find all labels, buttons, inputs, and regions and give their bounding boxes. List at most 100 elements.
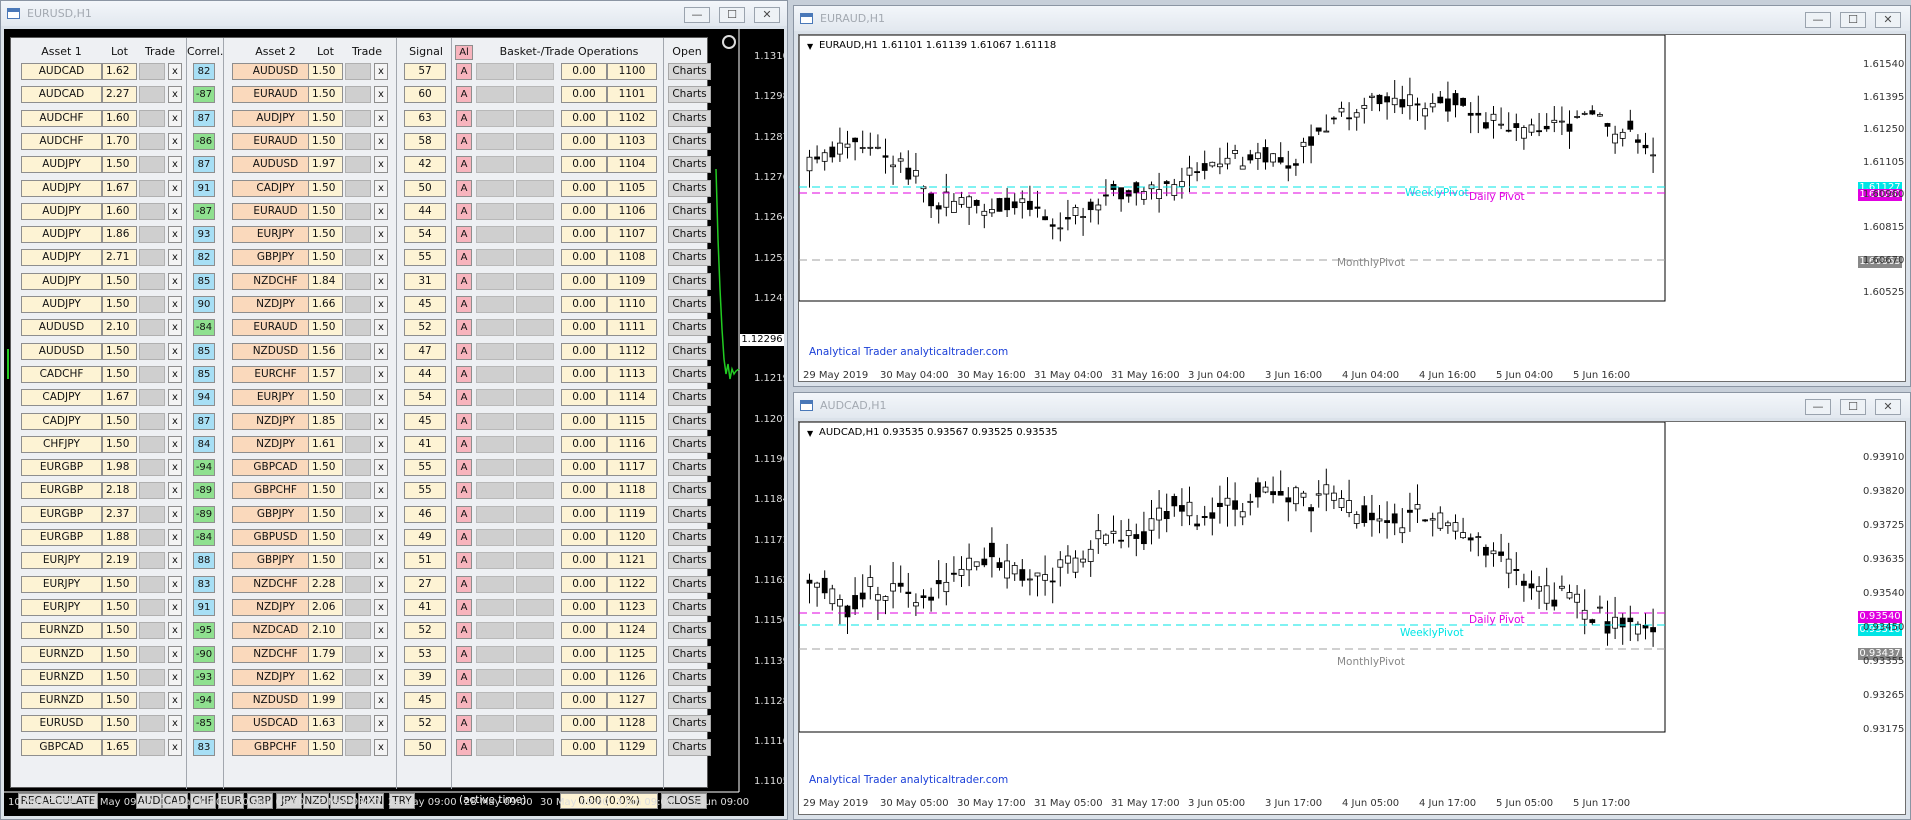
asset2-button[interactable]: EURCHF [232, 365, 319, 383]
trade2-button[interactable] [345, 179, 371, 197]
lot2-input[interactable]: 1.50 [308, 319, 343, 337]
close2-button[interactable]: x [374, 505, 388, 523]
asset2-button[interactable]: EURJPY [232, 389, 319, 407]
close1-button[interactable]: x [168, 552, 182, 570]
basket-sell-button[interactable] [516, 365, 554, 383]
basket-buy-button[interactable] [476, 459, 514, 477]
basket-sell-button[interactable] [516, 622, 554, 640]
asset1-button[interactable]: AUDJPY [21, 156, 102, 174]
close2-button[interactable]: x [374, 482, 388, 500]
open-charts-button[interactable]: Charts [668, 505, 711, 523]
euraud-titlebar[interactable]: EURAUD,H1 — ☐ ✕ [794, 6, 1910, 31]
auto-button[interactable]: A [456, 179, 472, 197]
asset1-button[interactable]: AUDCAD [21, 86, 102, 104]
close2-button[interactable]: x [374, 622, 388, 640]
asset2-button[interactable]: EURAUD [232, 202, 319, 220]
trade1-button[interactable] [139, 226, 165, 244]
open-charts-button[interactable]: Charts [668, 86, 711, 104]
basket-sell-button[interactable] [516, 738, 554, 756]
asset1-button[interactable]: AUDJPY [21, 226, 102, 244]
open-charts-button[interactable]: Charts [668, 598, 711, 616]
close2-button[interactable]: x [374, 342, 388, 360]
basket-buy-button[interactable] [476, 598, 514, 616]
asset1-button[interactable]: EURNZD [21, 668, 102, 686]
asset1-button[interactable]: EURNZD [21, 645, 102, 663]
close1-button[interactable]: x [168, 249, 182, 267]
close1-button[interactable]: x [168, 598, 182, 616]
open-charts-button[interactable]: Charts [668, 365, 711, 383]
chart-menu-triangle-icon[interactable]: ▼ [807, 429, 813, 438]
asset2-button[interactable]: NZDJPY [232, 412, 319, 430]
open-charts-button[interactable]: Charts [668, 272, 711, 290]
lot1-input[interactable]: 1.88 [102, 529, 137, 546]
lot1-input[interactable]: 1.50 [102, 575, 137, 593]
trade1-button[interactable] [139, 435, 165, 453]
close1-button[interactable]: x [168, 132, 182, 150]
basket-sell-button[interactable] [516, 63, 554, 80]
asset2-button[interactable]: EURAUD [232, 132, 319, 150]
open-charts-button[interactable]: Charts [668, 715, 711, 733]
trade1-button[interactable] [139, 342, 165, 360]
asset2-button[interactable]: GBPUSD [232, 529, 319, 546]
basket-buy-button[interactable] [476, 668, 514, 686]
lot2-input[interactable]: 1.56 [308, 342, 343, 360]
chart-gear-icon[interactable] [722, 35, 736, 49]
lot2-input[interactable]: 1.66 [308, 296, 343, 313]
lot1-input[interactable]: 1.86 [102, 226, 137, 244]
auto-button[interactable]: A [456, 63, 472, 80]
trade1-button[interactable] [139, 202, 165, 220]
lot1-input[interactable]: 1.50 [102, 692, 137, 710]
basket-sell-button[interactable] [516, 109, 554, 127]
trade2-button[interactable] [345, 482, 371, 500]
lot1-input[interactable]: 1.70 [102, 132, 137, 150]
close1-button[interactable]: x [168, 226, 182, 244]
close1-button[interactable]: x [168, 482, 182, 500]
basket-sell-button[interactable] [516, 156, 554, 174]
lot2-input[interactable]: 2.28 [308, 575, 343, 593]
asset1-button[interactable]: AUDCAD [21, 63, 102, 80]
lot1-input[interactable]: 1.65 [102, 738, 137, 756]
close1-button[interactable]: x [168, 319, 182, 337]
trade1-button[interactable] [139, 645, 165, 663]
close1-button[interactable]: x [168, 109, 182, 127]
lot1-input[interactable]: 2.27 [102, 86, 137, 104]
basket-buy-button[interactable] [476, 552, 514, 570]
auto-button[interactable]: A [456, 202, 472, 220]
trade1-button[interactable] [139, 692, 165, 710]
open-charts-button[interactable]: Charts [668, 132, 711, 150]
auto-button[interactable]: A [456, 226, 472, 244]
asset2-button[interactable]: NZDCHF [232, 575, 319, 593]
trade2-button[interactable] [345, 598, 371, 616]
close2-button[interactable]: x [374, 86, 388, 104]
basket-buy-button[interactable] [476, 622, 514, 640]
asset2-button[interactable]: GBPJPY [232, 249, 319, 267]
auto-button[interactable]: A [456, 668, 472, 686]
asset1-button[interactable]: GBPCAD [21, 738, 102, 756]
lot2-input[interactable]: 1.50 [308, 249, 343, 267]
trade2-button[interactable] [345, 296, 371, 313]
basket-buy-button[interactable] [476, 272, 514, 290]
basket-sell-button[interactable] [516, 202, 554, 220]
auto-button[interactable]: A [456, 552, 472, 570]
basket-sell-button[interactable] [516, 389, 554, 407]
asset1-button[interactable]: EURNZD [21, 692, 102, 710]
asset2-button[interactable]: NZDCHF [232, 645, 319, 663]
trade1-button[interactable] [139, 598, 165, 616]
trade2-button[interactable] [345, 109, 371, 127]
open-charts-button[interactable]: Charts [668, 249, 711, 267]
trade2-button[interactable] [345, 389, 371, 407]
all-button[interactable]: Al [455, 45, 473, 60]
close1-button[interactable]: x [168, 435, 182, 453]
basket-buy-button[interactable] [476, 179, 514, 197]
lot1-input[interactable]: 2.37 [102, 505, 137, 523]
close2-button[interactable]: x [374, 575, 388, 593]
lot1-input[interactable]: 1.50 [102, 435, 137, 453]
lot2-input[interactable]: 1.97 [308, 156, 343, 174]
asset2-button[interactable]: NZDJPY [232, 435, 319, 453]
close1-button[interactable]: x [168, 63, 182, 80]
trade1-button[interactable] [139, 109, 165, 127]
open-charts-button[interactable]: Charts [668, 692, 711, 710]
lot1-input[interactable]: 1.50 [102, 342, 137, 360]
trade2-button[interactable] [345, 249, 371, 267]
close2-button[interactable]: x [374, 249, 388, 267]
